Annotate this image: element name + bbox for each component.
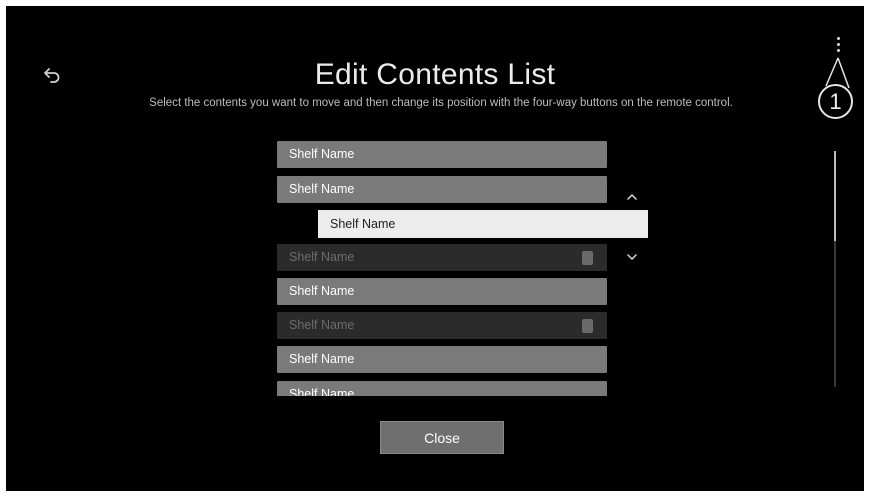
shelf-item[interactable]: Shelf Name xyxy=(277,141,607,168)
shelf-item-label: Shelf Name xyxy=(289,250,355,264)
chevron-up-icon[interactable] xyxy=(625,189,639,200)
shelf-item[interactable]: Shelf Name xyxy=(277,381,607,396)
shelf-item-disabled: Shelf Name xyxy=(277,244,607,271)
shelf-item-label: Shelf Name xyxy=(289,387,355,396)
scrollbar-thumb[interactable] xyxy=(834,151,836,241)
more-vertical-icon[interactable] xyxy=(835,37,841,57)
page-title: Edit Contents List xyxy=(314,58,556,91)
tv-screen: Edit Contents List Select the contents y… xyxy=(6,6,864,491)
shelf-item-selected[interactable]: Shelf Name xyxy=(318,210,648,238)
shelf-item[interactable]: Shelf Name xyxy=(277,346,607,373)
lock-icon xyxy=(582,251,593,265)
callout-number-badge: 1 xyxy=(818,84,853,119)
shelf-item-label: Shelf Name xyxy=(330,217,396,231)
shelf-list[interactable]: Shelf Name Shelf Name Shelf Name Shelf N… xyxy=(277,141,607,396)
shelf-item[interactable]: Shelf Name xyxy=(277,176,607,203)
shelf-item-label: Shelf Name xyxy=(289,147,355,161)
shelf-item[interactable]: Shelf Name xyxy=(277,278,607,305)
close-button[interactable]: Close xyxy=(380,421,504,454)
shelf-item-label: Shelf Name xyxy=(289,284,355,298)
shelf-item-disabled: Shelf Name xyxy=(277,312,607,339)
scrollbar-track[interactable] xyxy=(834,151,836,387)
shelf-item-label: Shelf Name xyxy=(289,352,355,366)
page-subtitle: Select the contents you want to move and… xyxy=(149,97,733,109)
shelf-item-label: Shelf Name xyxy=(289,182,355,196)
lock-icon xyxy=(582,319,593,333)
shelf-item-label: Shelf Name xyxy=(289,318,355,332)
chevron-down-icon[interactable] xyxy=(625,249,639,260)
